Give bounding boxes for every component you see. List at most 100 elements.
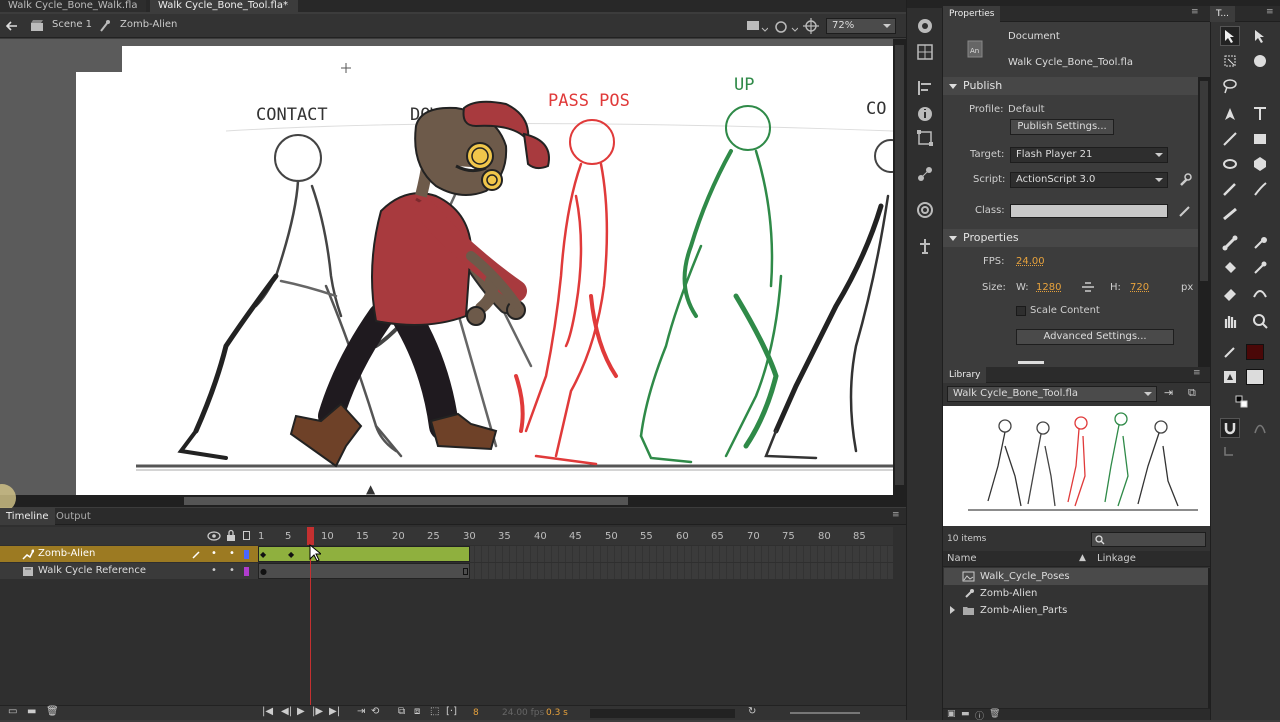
step-back-icon[interactable]: ◀| <box>281 706 292 717</box>
snap-magnet-tool[interactable] <box>1220 418 1240 438</box>
width-tool[interactable] <box>1250 283 1270 303</box>
panel-menu-icon[interactable]: ≡ <box>1191 7 1199 17</box>
keyframe-dot[interactable]: ◆ <box>260 550 266 559</box>
center-stage-icon[interactable] <box>803 18 819 34</box>
height-value[interactable]: 720 <box>1130 282 1149 293</box>
scale-content-checkbox[interactable] <box>1016 306 1026 316</box>
subselection-tool[interactable] <box>1250 26 1270 46</box>
keyframe-dot[interactable]: ◆ <box>288 550 294 559</box>
cc-libraries-icon[interactable] <box>915 200 935 220</box>
properties-icon[interactable]: ⓘ <box>975 709 984 722</box>
pencil-icon[interactable] <box>1178 204 1192 218</box>
swatches-icon[interactable] <box>915 42 935 62</box>
refresh-icon[interactable]: ↻ <box>748 706 756 717</box>
sort-ascending-icon[interactable]: ▲ <box>1079 553 1086 563</box>
target-select[interactable]: Flash Player 21 <box>1010 147 1168 163</box>
center-frame-icon[interactable]: ⇥ <box>357 706 365 717</box>
library-item-zomb-alien-parts[interactable]: Zomb-Alien_Parts <box>944 602 1208 619</box>
wrench-icon[interactable] <box>1178 173 1192 187</box>
back-arrow-icon[interactable] <box>6 21 18 31</box>
layer-color-swatch[interactable] <box>244 567 249 576</box>
layer-row-walk-cycle-reference[interactable]: Walk Cycle Reference • • <box>0 563 258 579</box>
zoom-select[interactable]: 72% <box>826 18 896 34</box>
swap-colors-tool[interactable] <box>1232 392 1252 412</box>
onion-outline-icon[interactable]: ⧈ <box>414 706 420 717</box>
scene-breadcrumb[interactable]: Scene 1 <box>52 19 92 30</box>
rectangle-tool[interactable] <box>1250 129 1270 149</box>
stage-horizontal-scrollbar[interactable] <box>0 495 906 507</box>
eye-icon[interactable] <box>207 531 221 541</box>
onion-skin-icon[interactable]: ⧉ <box>398 706 405 717</box>
delete-icon[interactable]: 🗑 <box>989 709 1000 719</box>
layer-row-zomb-alien[interactable]: Zomb-Alien • • <box>0 546 258 562</box>
frame-zoom-slider[interactable] <box>790 712 860 714</box>
width-value[interactable]: 1280 <box>1036 282 1061 293</box>
name-column[interactable]: Name <box>947 553 977 564</box>
transform-icon[interactable] <box>915 128 935 148</box>
paint-bucket-tool[interactable] <box>1220 258 1240 278</box>
library-item-walk-cycle-poses[interactable]: Walk_Cycle_Poses <box>944 568 1208 585</box>
visibility-dot[interactable]: • <box>211 546 217 562</box>
tools-tab[interactable]: T... <box>1210 6 1236 22</box>
fill-color-swatch[interactable] <box>1246 369 1264 385</box>
motion-presets-icon[interactable] <box>915 164 935 184</box>
go-to-last-frame-icon[interactable]: ▶| <box>329 706 340 717</box>
tab-timeline[interactable]: Timeline <box>0 508 55 525</box>
new-layer-icon[interactable]: ▭ <box>8 706 17 717</box>
expand-arrow-icon[interactable] <box>950 606 955 614</box>
bind-tool[interactable] <box>1250 233 1270 253</box>
library-tab[interactable]: Library <box>943 367 987 383</box>
pen-tool[interactable] <box>1220 104 1240 124</box>
3d-rotation-tool[interactable] <box>1250 51 1270 71</box>
polystar-tool[interactable] <box>1250 154 1270 174</box>
lasso-tool[interactable] <box>1220 76 1240 96</box>
properties-scrollbar[interactable] <box>1198 77 1210 367</box>
hand-tool[interactable] <box>1220 311 1240 331</box>
delete-layer-icon[interactable]: 🗑 <box>46 706 59 717</box>
library-document-select[interactable]: Walk Cycle_Bone_Tool.fla <box>947 386 1157 402</box>
frame-rate[interactable]: 24.00 fps <box>502 708 544 718</box>
loop-icon[interactable]: ⟲ <box>371 706 379 717</box>
lock-icon[interactable] <box>226 529 236 542</box>
advanced-settings-button[interactable]: Advanced Settings... <box>1016 329 1174 345</box>
fill-color-tool[interactable] <box>1220 367 1240 387</box>
publish-section-header[interactable]: Publish <box>943 77 1198 95</box>
pencil-icon[interactable] <box>192 550 201 559</box>
panel-menu-icon[interactable]: ≡ <box>892 510 900 520</box>
link-dimensions-icon[interactable] <box>1081 281 1095 293</box>
zoom-tool[interactable] <box>1250 311 1270 331</box>
new-folder-icon[interactable]: ▬ <box>27 706 36 717</box>
color-wheel-icon[interactable] <box>915 16 935 36</box>
visibility-dot[interactable]: • <box>211 563 217 579</box>
keyframe-dot[interactable]: ● <box>260 567 267 576</box>
onion-markers-icon[interactable]: [·] <box>446 706 457 717</box>
step-forward-icon[interactable]: |▶ <box>312 706 323 717</box>
symbol-breadcrumb[interactable]: Zomb-Alien <box>120 19 177 30</box>
tab-output[interactable]: Output <box>56 508 91 525</box>
reference-span[interactable]: ● <box>258 563 470 579</box>
tab-walk-cycle-bone-walk[interactable]: Walk Cycle_Bone_Walk.fla <box>0 0 146 12</box>
pose-span[interactable]: ◆ ◆ <box>258 546 470 562</box>
lock-dot[interactable]: • <box>229 563 235 579</box>
horizontal-scroll-thumb[interactable] <box>184 497 628 505</box>
info-icon[interactable] <box>915 104 935 124</box>
bone-tool[interactable] <box>1220 233 1240 253</box>
text-tool[interactable] <box>1250 104 1270 124</box>
go-to-first-frame-icon[interactable]: |◀ <box>262 706 273 717</box>
new-library-panel-icon[interactable]: ⧉ <box>1188 386 1196 400</box>
pin-icon[interactable]: ⇥ <box>1164 386 1173 399</box>
panel-menu-icon[interactable]: ≡ <box>1193 368 1201 378</box>
panel-menu-icon[interactable]: ≡ <box>1266 7 1274 17</box>
components-icon[interactable] <box>915 236 935 256</box>
layer-color-swatch[interactable] <box>244 550 249 559</box>
publish-settings-button[interactable]: Publish Settings... <box>1010 119 1114 135</box>
stroke-color-swatch[interactable] <box>1246 344 1264 360</box>
oval-tool[interactable] <box>1220 154 1240 174</box>
align-icon[interactable] <box>915 78 935 98</box>
eyedropper-tool[interactable] <box>1250 258 1270 278</box>
class-field[interactable] <box>1010 204 1168 218</box>
edit-scene-icon[interactable] <box>746 19 768 33</box>
edit-symbols-icon[interactable] <box>774 18 798 34</box>
properties-tab[interactable]: Properties <box>943 6 1001 22</box>
tab-walk-cycle-bone-tool[interactable]: Walk Cycle_Bone_Tool.fla* <box>150 0 298 12</box>
